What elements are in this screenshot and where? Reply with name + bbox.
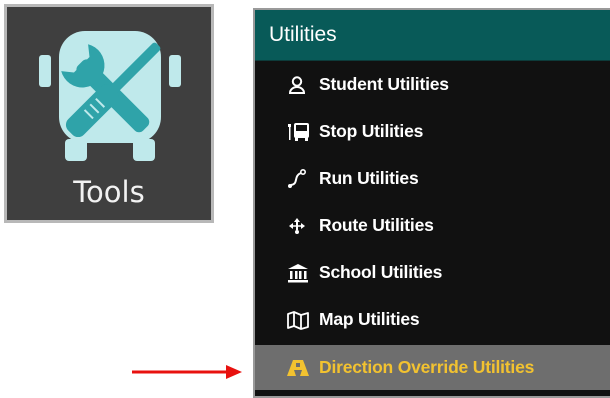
menu-list: Student Utilities Stop Utilities Run Uti…: [255, 61, 610, 390]
menu-item-label: Stop Utilities: [319, 121, 424, 141]
bus-tools-icon: [39, 31, 181, 161]
tools-tile[interactable]: Tools: [4, 4, 214, 223]
menu-item-student-utilities[interactable]: Student Utilities: [255, 61, 610, 108]
menu-item-label: Direction Override Utilities: [319, 357, 535, 377]
red-arrow-pointer: [132, 365, 242, 379]
menu-item-school-utilities[interactable]: School Utilities: [255, 249, 610, 296]
menu-item-map-utilities[interactable]: Map Utilities: [255, 296, 610, 343]
menu-item-label: Route Utilities: [319, 215, 434, 235]
menu-item-run-utilities[interactable]: Run Utilities: [255, 155, 610, 202]
map-icon: [287, 309, 311, 331]
run-path-icon: [287, 168, 311, 190]
menu-item-label: Run Utilities: [319, 168, 419, 188]
menu-header: Utilities: [255, 10, 610, 61]
route-arrows-icon: [287, 215, 311, 237]
school-building-icon: [287, 262, 311, 284]
utilities-menu: Utilities Student Utilities Stop Utiliti…: [253, 8, 610, 398]
user-icon: [287, 74, 311, 96]
menu-item-stop-utilities[interactable]: Stop Utilities: [255, 108, 610, 155]
menu-item-label: Map Utilities: [319, 309, 420, 329]
menu-item-route-utilities[interactable]: Route Utilities: [255, 202, 610, 249]
menu-item-direction-override-utilities[interactable]: Direction Override Utilities: [255, 345, 610, 390]
menu-item-label: School Utilities: [319, 262, 443, 282]
menu-item-label: Student Utilities: [319, 74, 449, 94]
tools-label: Tools: [73, 175, 145, 209]
direction-sign-icon: [287, 357, 311, 379]
bus-stop-icon: [287, 121, 311, 143]
